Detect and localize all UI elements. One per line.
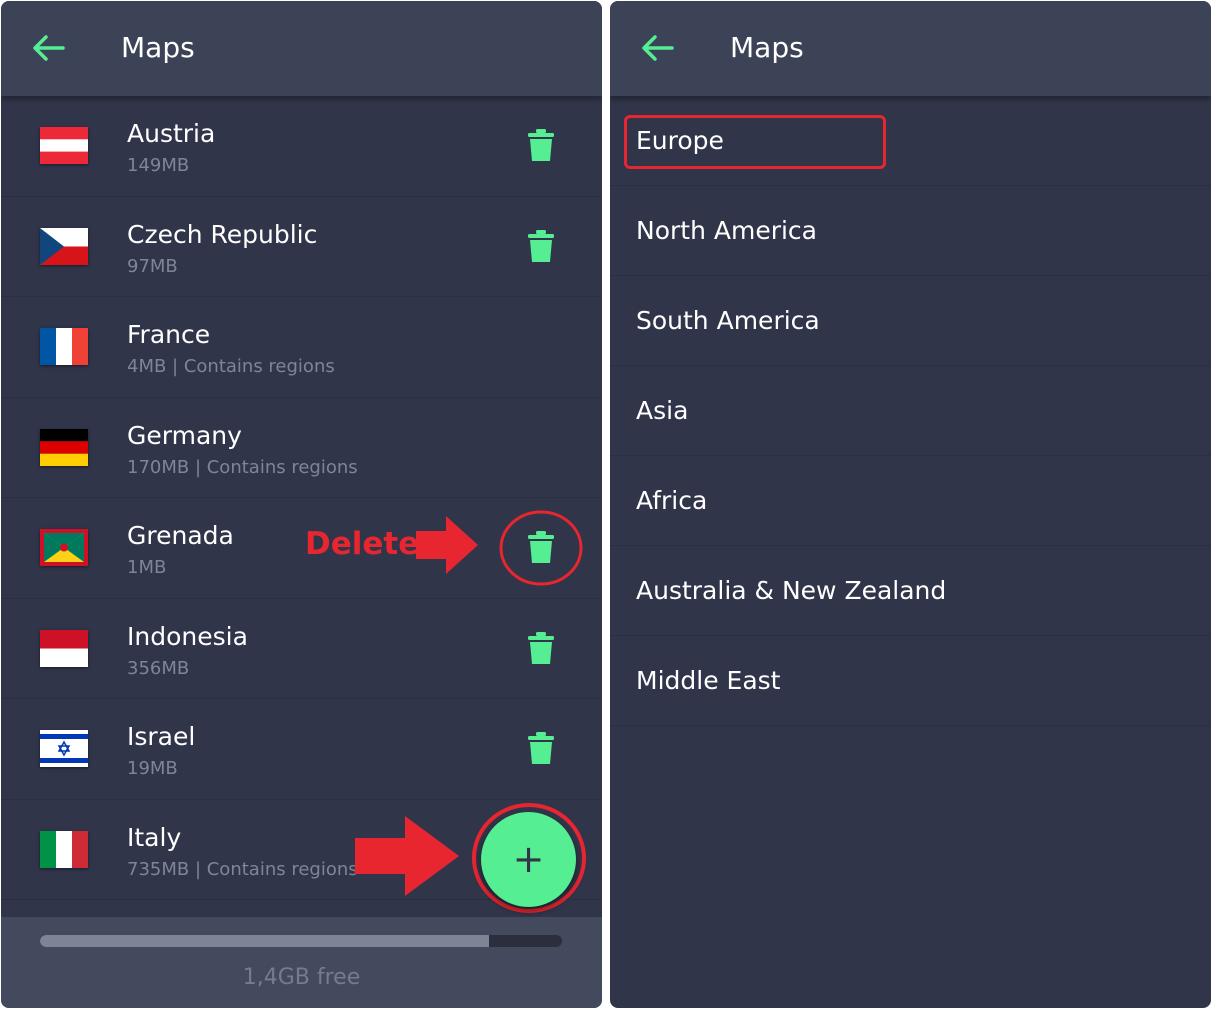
- region-item-middle-east[interactable]: Middle East: [610, 636, 1211, 726]
- map-row-czech-republic[interactable]: Czech Republic 97MB: [1, 197, 602, 297]
- region-item-africa[interactable]: Africa: [610, 456, 1211, 546]
- page-title: Maps: [121, 31, 195, 64]
- region-label: Europe: [636, 126, 724, 155]
- map-size: 149MB: [127, 155, 190, 176]
- storage-bar: [40, 935, 562, 947]
- map-size: 170MB | Contains regions: [127, 456, 358, 478]
- map-row-grenada[interactable]: Grenada 1MB: [1, 498, 602, 599]
- storage-free-label: 1,4GB free: [242, 965, 361, 990]
- download-regions-screen: Maps Europe North America South America …: [610, 1, 1211, 1008]
- france-flag-icon: [40, 328, 88, 365]
- germany-flag-icon: [40, 428, 88, 466]
- trash-icon[interactable]: [527, 631, 555, 665]
- map-row-austria[interactable]: Austria 149MB: [1, 96, 602, 197]
- app-header: Maps: [1, 1, 602, 96]
- region-item-australia-new-zealand[interactable]: Australia & New Zealand: [610, 546, 1211, 636]
- italy-flag-icon: [40, 830, 88, 868]
- region-item-europe[interactable]: Europe: [610, 96, 1211, 186]
- trash-icon[interactable]: [527, 229, 555, 263]
- region-label: North America: [636, 216, 817, 245]
- map-row-france[interactable]: France 4MB | Contains regions: [1, 297, 602, 398]
- add-map-button[interactable]: +: [481, 812, 576, 907]
- region-item-south-america[interactable]: South America: [610, 276, 1211, 366]
- app-header: Maps: [610, 1, 1211, 96]
- page-title: Maps: [730, 31, 804, 64]
- delete-annotation-label: Delete: [305, 526, 420, 562]
- map-name: Indonesia: [127, 621, 248, 651]
- storage-footer: 1,4GB free: [1, 917, 602, 1008]
- map-size: 19MB: [127, 758, 178, 779]
- map-name: Czech Republic: [127, 219, 318, 249]
- map-name: Grenada: [127, 521, 234, 550]
- map-size: 4MB | Contains regions: [127, 356, 335, 377]
- czech-flag-icon: [40, 227, 88, 265]
- region-list: Europe North America South America Asia …: [610, 96, 1211, 726]
- map-name: Austria: [127, 119, 216, 148]
- map-row-germany[interactable]: Germany 170MB | Contains regions: [1, 398, 602, 498]
- trash-icon[interactable]: [527, 731, 555, 765]
- map-size: 97MB: [127, 255, 178, 277]
- arrow-left-icon[interactable]: [640, 33, 674, 63]
- map-row-israel[interactable]: Israel 19MB: [1, 699, 602, 800]
- indonesia-flag-icon: [40, 629, 88, 667]
- map-size: 1MB: [127, 557, 167, 578]
- map-size: 735MB | Contains regions: [127, 858, 358, 880]
- plus-icon: +: [512, 837, 545, 881]
- region-label: Asia: [636, 396, 689, 425]
- map-name: Germany: [127, 420, 242, 450]
- arrow-left-icon[interactable]: [31, 33, 65, 63]
- region-label: South America: [636, 306, 820, 335]
- storage-bar-fill: [40, 935, 489, 947]
- downloaded-maps-list: Austria 149MB Czech Republic 97MB France…: [1, 96, 602, 900]
- grenada-flag-icon: [40, 529, 88, 566]
- trash-icon[interactable]: [527, 128, 555, 162]
- map-row-indonesia[interactable]: Indonesia 356MB: [1, 599, 602, 699]
- austria-flag-icon: [40, 127, 88, 164]
- region-item-asia[interactable]: Asia: [610, 366, 1211, 456]
- region-label: Middle East: [636, 666, 781, 695]
- region-item-north-america[interactable]: North America: [610, 186, 1211, 276]
- downloaded-maps-screen: Maps Austria 149MB Czech Republic 97MB F…: [1, 1, 602, 1008]
- trash-icon[interactable]: [527, 530, 555, 564]
- region-label: Australia & New Zealand: [636, 576, 947, 605]
- israel-flag-icon: [40, 730, 88, 767]
- region-label: Africa: [636, 486, 708, 515]
- map-name: Italy: [127, 822, 182, 852]
- map-name: Israel: [127, 722, 196, 751]
- map-name: France: [127, 320, 211, 349]
- map-size: 356MB: [127, 657, 190, 679]
